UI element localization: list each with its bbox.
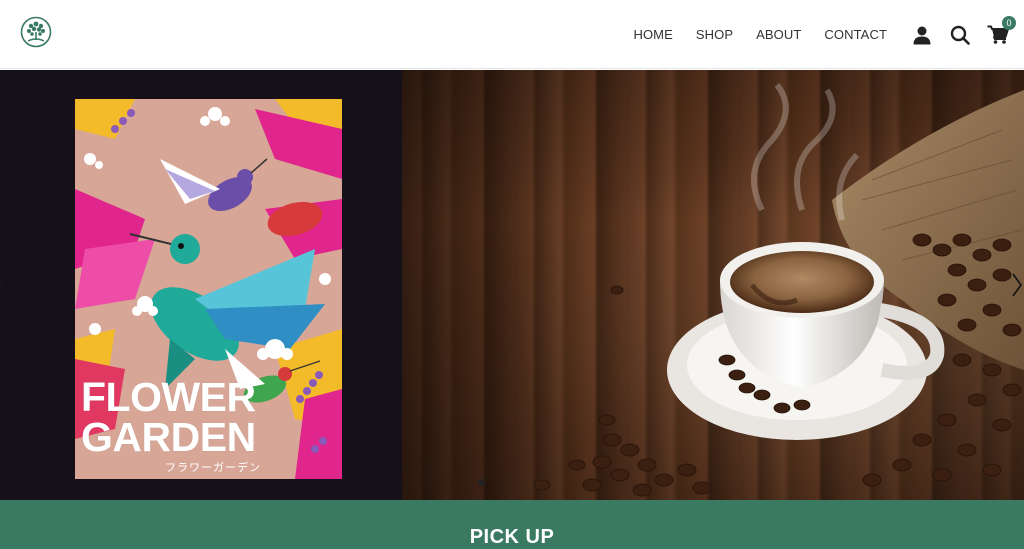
tree-logo-icon[interactable] [20,16,52,48]
slider-dots [478,479,485,486]
flower-garden-poster: FLOWER GARDEN フラワーガーデン [75,99,342,479]
chevron-left-icon[interactable] [0,270,20,300]
nav-shop[interactable]: SHOP [696,27,733,42]
site-header: HOME SHOP ABOUT CONTACT 0 [0,0,1024,69]
coffee-cup-image [533,83,1024,497]
search-icon[interactable] [948,23,972,47]
nav-home[interactable]: HOME [633,27,672,42]
pickup-title: PICK UP [469,526,555,548]
pickup-section: PICK UP [0,500,1024,549]
poster-title-line2: GARDEN [81,414,256,460]
poster-title-line1: FLOWER [81,374,256,420]
slider-dot[interactable] [478,479,485,486]
user-icon[interactable] [910,23,934,47]
nav-about[interactable]: ABOUT [756,27,801,42]
cart-count-badge: 0 [1002,15,1016,30]
main-nav: HOME SHOP ABOUT CONTACT 0 [633,0,1024,69]
chevron-right-icon[interactable] [1010,270,1024,300]
poster-subtitle: フラワーガーデン [165,461,261,474]
poster-title: FLOWER GARDEN [81,374,341,460]
cart-icon[interactable]: 0 [986,15,1016,47]
nav-contact[interactable]: CONTACT [824,27,887,42]
hero-slider: FLOWER GARDEN フラワーガーデン [0,70,1024,500]
